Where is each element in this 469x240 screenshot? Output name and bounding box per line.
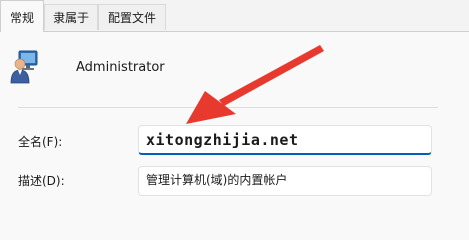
tab-member-of[interactable]: 隶属于 xyxy=(44,4,98,30)
tab-strip: 常规 隶属于 配置文件 xyxy=(0,0,469,32)
tab-profile[interactable]: 配置文件 xyxy=(98,4,166,30)
section-divider xyxy=(18,107,438,108)
arrow-shaft xyxy=(219,45,324,106)
properties-dialog: 常规 隶属于 配置文件 Administrator 全名(F): xitongz… xyxy=(0,0,469,218)
user-name: Administrator xyxy=(76,60,165,75)
fullname-label: 全名(F): xyxy=(18,135,63,149)
fullname-input[interactable]: xitongzhijia.net xyxy=(138,125,432,155)
description-input[interactable]: 管理计算机(域)的内置帐户 xyxy=(138,166,432,196)
tab-panel-border xyxy=(0,31,469,32)
description-label: 描述(D): xyxy=(18,174,65,188)
user-account-icon xyxy=(10,50,38,84)
tab-general[interactable]: 常规 xyxy=(0,0,44,32)
